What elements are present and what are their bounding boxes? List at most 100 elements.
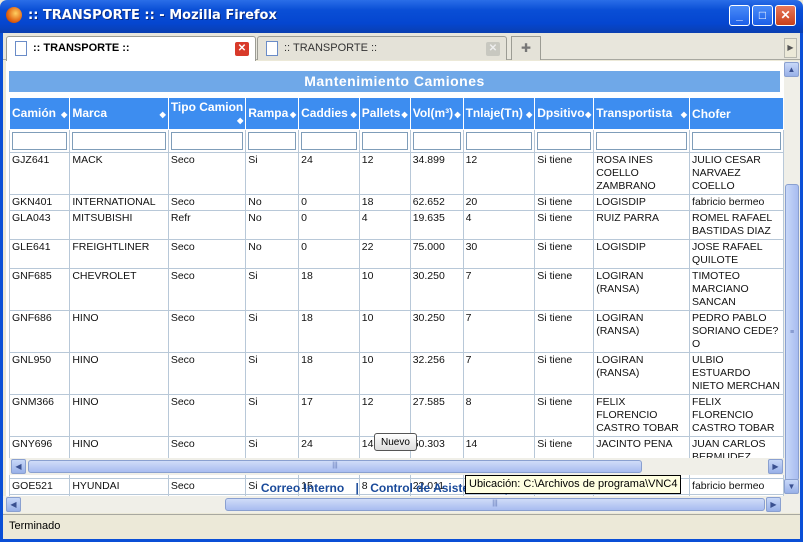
maximize-button[interactable]: □	[752, 5, 773, 26]
tab-transporte-active[interactable]: :: TRANSPORTE :: ✕	[6, 36, 256, 61]
table-row[interactable]: GNF685 CHEVROLET Seco Si 18 10 30.250 7 Si tiene…	[8, 268, 784, 311]
column-filter-input[interactable]	[72, 132, 166, 150]
table-cell: 0	[298, 239, 360, 269]
column-header[interactable]: Chofer	[689, 97, 784, 130]
sort-icon[interactable]: ◆	[61, 109, 67, 121]
column-header-label: Transportista	[596, 105, 673, 120]
cell-text: 0	[301, 241, 307, 253]
table-cell: LOGISDIP	[593, 239, 691, 269]
page-hscroll-thumb[interactable]: |||	[225, 498, 765, 511]
table-cell: No	[245, 239, 300, 269]
scroll-up-icon[interactable]: ▲	[784, 62, 799, 77]
column-header[interactable]: Tipo Camion ◆	[167, 97, 247, 130]
page-icon	[266, 41, 278, 56]
column-filter-input[interactable]	[12, 132, 68, 150]
tab-close-icon[interactable]: ✕	[235, 42, 249, 56]
filter-cell	[689, 129, 784, 153]
column-header-label: Marca	[72, 105, 108, 120]
column-header[interactable]: Tnlaje(Tn) ◆	[462, 97, 536, 130]
status-bar: Terminado	[3, 514, 800, 536]
table-horizontal-scrollbar[interactable]: ◀ ||| ▶	[9, 458, 784, 475]
column-header[interactable]: Transportista ◆	[593, 97, 691, 130]
cell-text: RUIZ PARRA	[596, 212, 660, 224]
minimize-button[interactable]: _	[729, 5, 750, 26]
cell-text: No	[248, 212, 262, 224]
cell-text: 18	[301, 270, 313, 282]
filter-cell	[409, 129, 464, 153]
table-cell: TIMOTEO MARCIANO SANCAN	[689, 268, 784, 311]
column-header[interactable]: Dpsitivo ◆	[534, 97, 595, 130]
table-cell: 4	[358, 210, 411, 240]
sort-icon[interactable]: ◆	[351, 109, 357, 121]
table-cell: 75.000	[409, 239, 464, 269]
new-truck-button[interactable]: Nuevo	[374, 433, 417, 451]
table-row[interactable]: GNF686 HINO Seco Si 18 10 30.250 7 Si tiene LOGIR…	[8, 310, 784, 353]
tab-bar: :: TRANSPORTE :: ✕ :: TRANSPORTE :: ✕ ✚ …	[3, 33, 800, 61]
cell-text: No	[248, 196, 262, 208]
sort-icon[interactable]: ◆	[526, 109, 532, 121]
close-window-button[interactable]: ✕	[775, 5, 796, 26]
table-cell: Si tiene	[534, 352, 595, 395]
table-row[interactable]: GLE641 FREIGHTLINER Seco No 0 22 75.000 30 Si ti…	[8, 239, 784, 269]
cell-text: 20	[465, 196, 478, 208]
column-header[interactable]: Rampa ◆	[245, 97, 300, 130]
table-cell: JOSE RAFAEL QUILOTE	[689, 239, 784, 269]
table-cell: GLA043	[8, 210, 71, 240]
column-header[interactable]: Camión ◆	[8, 97, 71, 130]
cell-text: Refr	[170, 212, 191, 224]
browser-frame: :: TRANSPORTE :: ✕ :: TRANSPORTE :: ✕ ✚ …	[0, 33, 803, 542]
tab-label: :: TRANSPORTE ::	[284, 42, 378, 54]
table-cell: 18	[298, 352, 360, 395]
column-filter-input[interactable]	[361, 132, 408, 150]
sort-icon[interactable]: ◆	[237, 115, 243, 127]
table-cell: Seco	[167, 152, 247, 195]
scroll-left-icon[interactable]: ◀	[11, 459, 26, 474]
column-filter-input[interactable]	[692, 132, 781, 150]
page-vertical-scrollbar[interactable]: ▲ ≡ ▼	[784, 61, 800, 496]
table-row[interactable]: GKN401 INTERNATIONAL Seco No 0 18 62.652 20 Si t…	[8, 194, 784, 211]
cell-text: LOGIRAN (RANSA)	[596, 270, 644, 295]
column-filter-input[interactable]	[412, 132, 461, 150]
cell-text: MACK	[72, 154, 103, 166]
column-header[interactable]: Marca ◆	[69, 97, 169, 130]
column-filter-input[interactable]	[596, 132, 688, 150]
column-filter-input[interactable]	[537, 132, 592, 150]
table-row[interactable]: GNM366 HINO Seco Si 17 12 27.585 8 Si tiene FELIX…	[8, 394, 784, 437]
sort-icon[interactable]: ◆	[290, 109, 296, 121]
table-row[interactable]: GJZ641 MACK Seco Si 24 12 34.899 12 Si tiene ROSA…	[8, 152, 784, 195]
column-filter-input[interactable]	[248, 132, 297, 150]
sort-icon[interactable]: ◆	[681, 109, 687, 121]
table-cell: ULBIO ESTUARDO NIETO MERCHAN	[689, 352, 784, 395]
tab-list-scroll-icon[interactable]: ▶	[784, 38, 797, 58]
column-header[interactable]: Vol(m³) ◆	[409, 97, 464, 130]
table-row[interactable]: GNL950 HINO Seco Si 18 10 32.256 7 Si tiene LOGIR…	[8, 352, 784, 395]
page-scroll-right-icon[interactable]: ▶	[766, 497, 781, 512]
new-tab-button[interactable]: ✚	[511, 36, 541, 60]
column-header[interactable]: Pallets ◆	[358, 97, 411, 130]
table-row[interactable]: GLA043 MITSUBISHI Refr No 0 4 19.635 4 Si tiene R…	[8, 210, 784, 240]
table-cell: CHEVROLET	[69, 268, 169, 311]
column-header[interactable]: Caddies ◆	[298, 97, 360, 130]
scroll-down-icon[interactable]: ▼	[784, 479, 799, 494]
table-cell: GNF686	[8, 310, 71, 353]
table-scroll-thumb[interactable]: |||	[28, 460, 642, 473]
cell-text: TIMOTEO MARCIANO SANCAN	[692, 270, 749, 308]
column-filter-input[interactable]	[301, 132, 357, 150]
correo-interno-link[interactable]: Correo Interno	[261, 481, 344, 495]
sort-icon[interactable]: ◆	[402, 109, 408, 121]
column-filter-input[interactable]	[465, 132, 533, 150]
column-filter-input[interactable]	[170, 132, 244, 150]
page-scroll-thumb[interactable]: ≡	[785, 184, 799, 481]
tab-close-icon[interactable]: ✕	[486, 42, 500, 56]
table-cell: Si tiene	[534, 152, 595, 195]
sort-icon[interactable]: ◆	[454, 109, 460, 121]
sort-icon[interactable]: ◆	[585, 109, 591, 121]
cell-text: LOGIRAN (RANSA)	[596, 312, 644, 337]
cell-text: 30	[465, 241, 478, 253]
cell-text: 12	[465, 154, 478, 166]
page-horizontal-scrollbar[interactable]: ◀ ||| ▶	[3, 496, 800, 513]
page-scroll-left-icon[interactable]: ◀	[6, 497, 21, 512]
tab-transporte-inactive[interactable]: :: TRANSPORTE :: ✕	[257, 36, 507, 60]
scroll-right-icon[interactable]: ▶	[768, 459, 783, 474]
sort-icon[interactable]: ◆	[160, 109, 166, 121]
